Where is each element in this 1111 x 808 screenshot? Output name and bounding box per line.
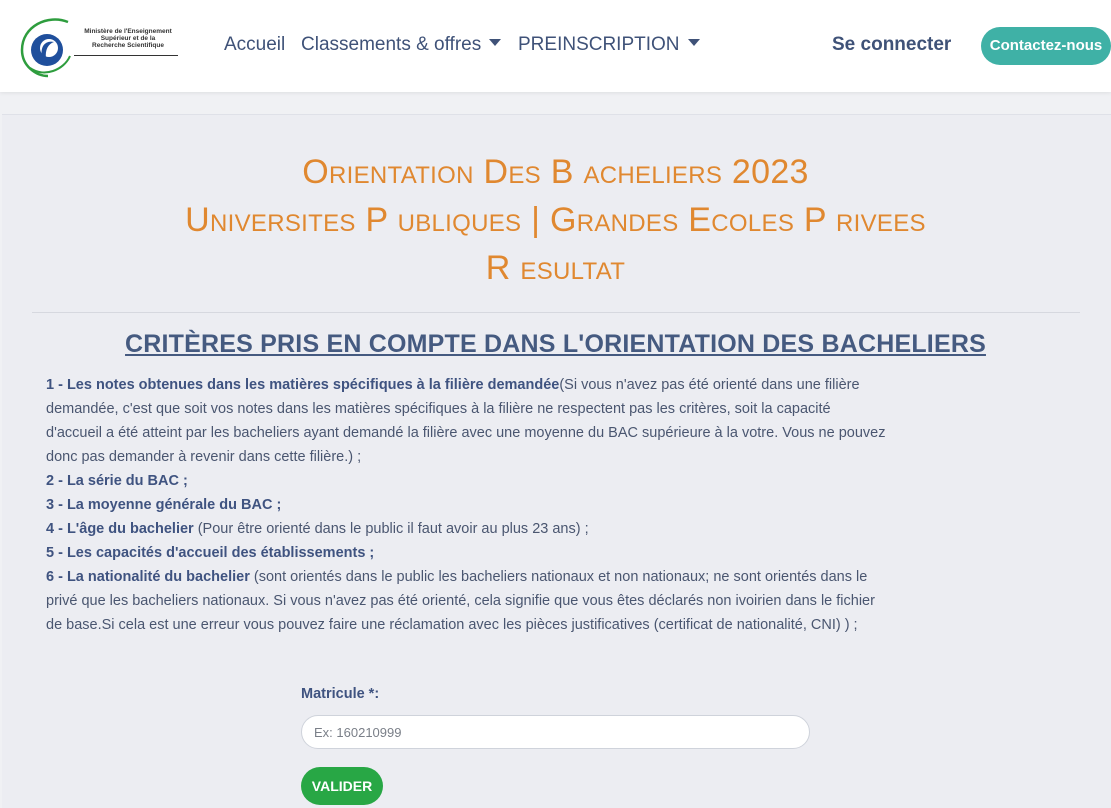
nav-dropdown-preregistration[interactable]: PREINSCRIPTION [518, 34, 700, 56]
heading-line-3: R esultat [485, 249, 626, 287]
heading-line-2: Universites P ubliques | Grandes Ecoles … [185, 201, 926, 239]
divider [32, 312, 1080, 313]
navbar: Ministère de l'Enseignement Supérieur et… [0, 0, 1111, 92]
matricule-input[interactable] [301, 715, 810, 749]
heading-line-1: Orientation Des B acheliers 2023 [302, 153, 809, 191]
criteria-item-4: 4 - L'âge du bachelier (Pour être orient… [46, 517, 886, 541]
ministry-logo[interactable]: Ministère de l'Enseignement Supérieur et… [18, 16, 180, 78]
criteria-title: CRITÈRES PRIS EN COMPTE DANS L'ORIENTATI… [125, 330, 986, 358]
logo-line-1: Ministère de l'Enseignement [84, 28, 172, 35]
logo-text: Ministère de l'Enseignement Supérieur et… [76, 28, 180, 49]
nav-dropdown-preregistration-label: PREINSCRIPTION [518, 34, 680, 55]
criteria-item-1: 1 - Les notes obtenues dans les matières… [46, 373, 886, 469]
logo-line-3: Recherche Scientifique [92, 42, 164, 49]
criteria-item-6-title: 6 - La nationalité du bachelier [46, 569, 250, 585]
criteria-item-2-title: 2 - La série du BAC ; [46, 473, 188, 489]
criteria-item-4-title: 4 - L'âge du bachelier [46, 521, 194, 537]
contact-button[interactable]: Contactez-nous [981, 27, 1111, 65]
criteria-item-5: 5 - Les capacités d'accueil des établiss… [46, 541, 886, 565]
criteria-item-2: 2 - La série du BAC ; [46, 469, 886, 493]
criteria-item-6: 6 - La nationalité du bachelier (sont or… [46, 565, 886, 637]
criteria-list: 1 - Les notes obtenues dans les matières… [46, 373, 886, 637]
matricule-label: Matricule *: [301, 686, 380, 702]
criteria-item-1-title: 1 - Les notes obtenues dans les matières… [46, 377, 560, 393]
criteria-item-3-title: 3 - La moyenne générale du BAC ; [46, 497, 282, 513]
logo-line-2: Supérieur et de la [100, 35, 156, 42]
ministry-emblem-icon [20, 18, 71, 78]
nav-link-home[interactable]: Accueil [224, 34, 285, 56]
caret-down-icon [489, 39, 502, 46]
caret-down-icon [687, 39, 700, 46]
nav-dropdown-rankings[interactable]: Classements & offres [301, 34, 502, 56]
criteria-item-4-text: (Pour être orienté dans le public il fau… [193, 521, 589, 537]
page-heading: Orientation Des B acheliers 2023 Univers… [0, 148, 1111, 292]
submit-button[interactable]: VALIDER [301, 767, 383, 805]
nav-dropdown-rankings-label: Classements & offres [301, 34, 482, 55]
criteria-item-5-title: 5 - Les capacités d'accueil des établiss… [46, 545, 375, 561]
criteria-item-3: 3 - La moyenne générale du BAC ; [46, 493, 886, 517]
logo-underline [74, 55, 178, 56]
login-link[interactable]: Se connecter [832, 34, 951, 56]
